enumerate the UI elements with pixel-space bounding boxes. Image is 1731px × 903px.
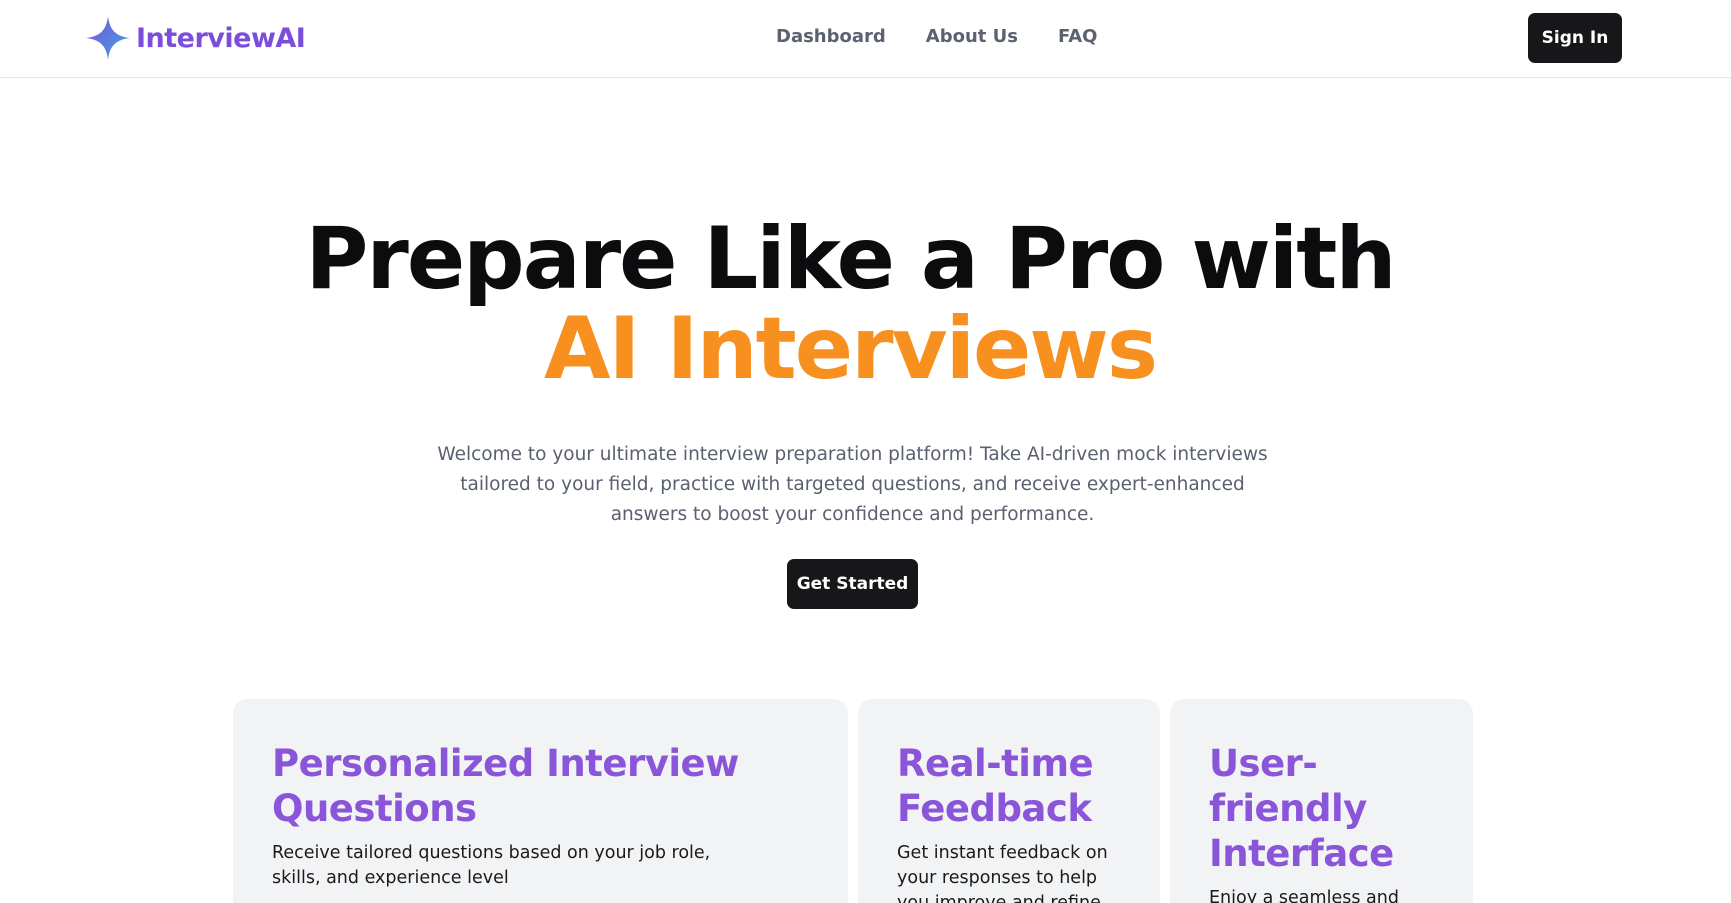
nav-link-faq[interactable]: FAQ [1058,26,1097,47]
brand-logo[interactable]: InterviewAI [84,14,306,62]
feature-card-title: Personalized Interview Questions [272,742,739,830]
brand-name: InterviewAI [136,22,306,54]
feature-card-title: User-friendly Interface [1209,742,1394,875]
sign-in-button[interactable]: Sign In [1528,13,1622,63]
feature-card-title: Real-time Feedback [897,742,1094,830]
feature-card-feedback: Real-time Feedback Get instant feedback … [858,699,1160,903]
hero-subtitle: Welcome to your ultimate interview prepa… [437,444,1268,525]
feature-card-description: Enjoy a seamless and [1209,888,1399,903]
feature-card-description: Receive tailored questions based on your… [272,843,711,888]
hero-title-accent: AI Interviews [543,299,1158,399]
feature-card-description: Get instant feedback on your responses t… [897,843,1108,903]
feature-card-interface: User-friendly Interface Enjoy a seamless… [1170,699,1473,903]
nav-link-about-us[interactable]: About Us [926,26,1018,47]
feature-card-personalized: Personalized Interview Questions Receive… [233,699,848,903]
get-started-button[interactable]: Get Started [787,559,918,609]
sparkle-star-icon [86,16,130,60]
nav-link-dashboard[interactable]: Dashboard [776,26,886,47]
top-navbar: InterviewAI Dashboard About Us FAQ Sign … [0,0,1731,78]
hero-title: Prepare Like a Pro with AI Interviews [0,214,1700,394]
main-nav: Dashboard About Us FAQ [776,26,1137,47]
hero-title-line1: Prepare Like a Pro with [305,209,1396,309]
